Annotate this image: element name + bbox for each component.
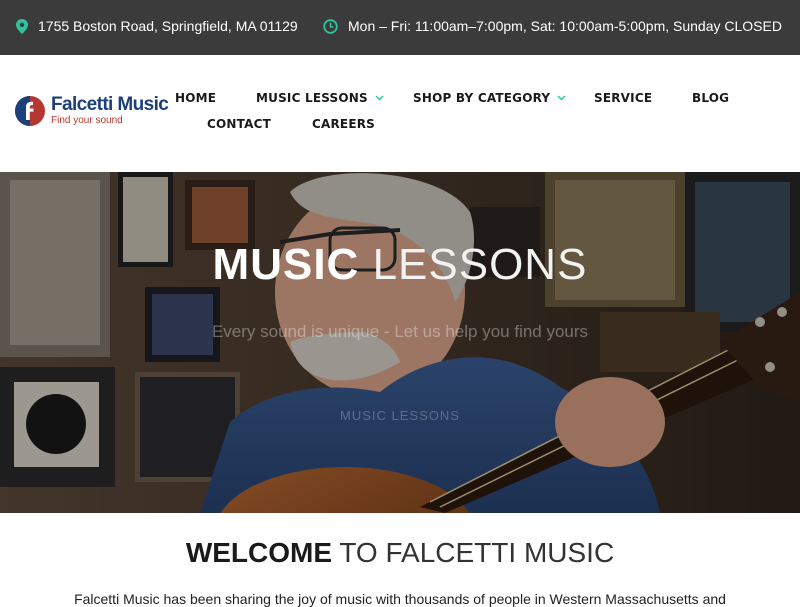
nav-music-lessons-label: MUSIC LESSONS	[256, 91, 368, 105]
hero-background-photo	[0, 172, 800, 513]
site-logo[interactable]: Falcetti Music Find your sound	[14, 93, 169, 129]
hours-block: Mon – Fri: 11:00am–7:00pm, Sat: 10:00am-…	[323, 18, 782, 34]
welcome-title-bold: WELCOME	[185, 537, 333, 568]
nav-service-label: SERVICE	[594, 91, 653, 105]
clock-icon	[323, 18, 338, 34]
nav-shop-by-category-label: SHOP BY CATEGORY	[413, 91, 551, 105]
site-header: Falcetti Music Find your sound HOME MUSI…	[0, 55, 800, 172]
nav-contact-label: CONTACT	[207, 117, 271, 131]
hours-text: Mon – Fri: 11:00am–7:00pm, Sat: 10:00am-…	[348, 18, 782, 34]
nav-careers[interactable]: CAREERS	[312, 117, 375, 131]
map-pin-icon	[16, 18, 28, 34]
nav-service[interactable]: SERVICE	[594, 91, 652, 105]
nav-careers-label: CAREERS	[312, 117, 376, 131]
nav-blog-label: BLOG	[692, 91, 730, 105]
hero-cta-button[interactable]: MUSIC LESSONS	[323, 400, 477, 432]
nav-contact[interactable]: CONTACT	[207, 117, 271, 131]
hero-title-light: LESSONS	[372, 240, 588, 289]
logo-name: Falcetti Music	[51, 94, 169, 115]
falcetti-logo-mark-icon	[15, 96, 45, 126]
top-info-bar: 1755 Boston Road, Springfield, MA 01129 …	[0, 0, 800, 55]
address-text: 1755 Boston Road, Springfield, MA 01129	[38, 18, 298, 34]
hero-subtitle: Every sound is unique - Let us help you …	[211, 322, 589, 341]
welcome-heading: WELCOME TO FALCETTI MUSIC	[0, 537, 800, 569]
logo-wordmark: Falcetti Music Find your sound	[51, 94, 169, 127]
chevron-down-icon	[557, 95, 566, 101]
hero-banner	[0, 172, 800, 513]
welcome-intro-text: Falcetti Music has been sharing the joy …	[74, 591, 726, 607]
nav-home[interactable]: HOME	[175, 91, 216, 105]
logo-tagline: Find your sound	[51, 115, 123, 126]
nav-home-label: HOME	[175, 91, 217, 105]
hero-title-bold: MUSIC	[212, 240, 360, 289]
welcome-title-light: TO FALCETTI MUSIC	[339, 537, 615, 568]
nav-shop-by-category[interactable]: SHOP BY CATEGORY	[413, 91, 566, 105]
nav-music-lessons[interactable]: MUSIC LESSONS	[256, 91, 384, 105]
hero-title: MUSIC LESSONS	[0, 240, 800, 290]
nav-blog[interactable]: BLOG	[692, 91, 729, 105]
chevron-down-icon	[375, 95, 384, 101]
address-block: 1755 Boston Road, Springfield, MA 01129	[16, 18, 298, 34]
